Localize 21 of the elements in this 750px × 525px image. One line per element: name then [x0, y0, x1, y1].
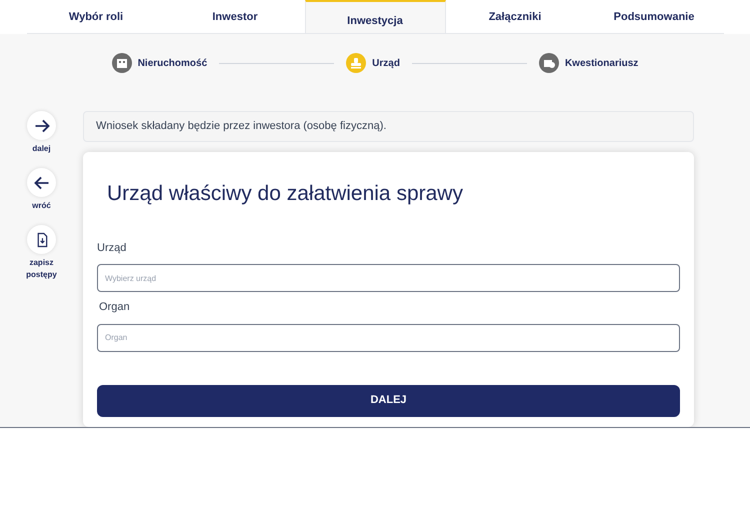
- next-button[interactable]: DALEJ: [97, 384, 680, 416]
- step-label[interactable]: Urząd: [372, 56, 400, 70]
- notice-banner: Wniosek składany będzie przez inwestora (osobę fizyczną).: [83, 111, 694, 142]
- input-field[interactable]: Wybierz urząd: [97, 264, 680, 292]
- step-label[interactable]: Nieruchomość: [138, 56, 208, 70]
- save-button[interactable]: [27, 225, 56, 254]
- field-label: Urząd: [97, 240, 128, 256]
- step-label[interactable]: Kwestionariusz: [564, 56, 638, 70]
- input-field[interactable]: Organ: [97, 324, 680, 352]
- tab[interactable]: Wybór roli: [26, 0, 166, 33]
- form-title: Urząd właściwy do załatwienia sprawy: [107, 181, 464, 207]
- tab[interactable]: Inwestor: [166, 0, 304, 33]
- field-label: Organ: [99, 300, 131, 315]
- tab[interactable]: Załączniki: [446, 0, 584, 33]
- action-label: zapisz postępy: [25, 257, 58, 281]
- tab[interactable]: Inwestycja: [304, 0, 446, 33]
- action-label: dalej: [31, 143, 52, 155]
- back-button[interactable]: [27, 168, 56, 197]
- action-label: wróć: [31, 200, 52, 212]
- tab[interactable]: Podsumowanie: [584, 0, 724, 33]
- forward-button[interactable]: [27, 111, 56, 140]
